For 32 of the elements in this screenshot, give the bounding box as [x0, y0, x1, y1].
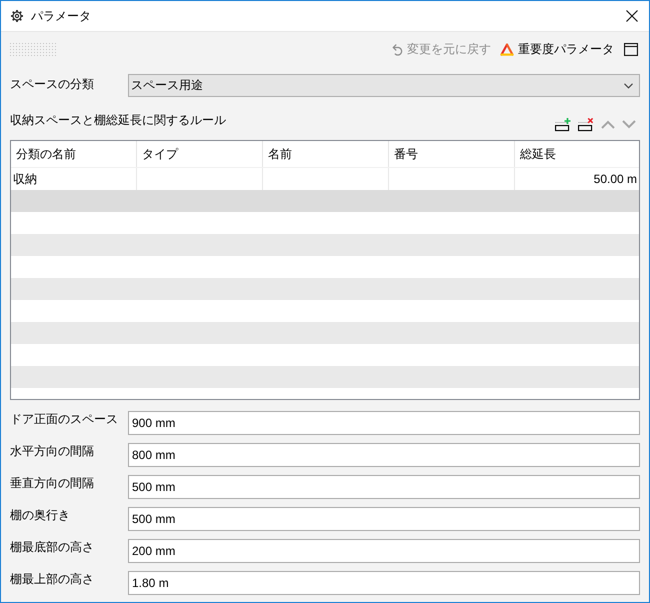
field-label: 棚最上部の高さ: [10, 572, 95, 586]
classification-dropdown[interactable]: スペース用途: [128, 74, 640, 97]
close-button[interactable]: [626, 10, 638, 22]
text-field[interactable]: 900 mm: [128, 411, 640, 435]
warning-icon: [500, 42, 514, 56]
column-header: 名前: [263, 141, 389, 167]
undo-icon: [391, 42, 404, 56]
section-title: 収納スペースと棚総延長に関するルール: [10, 113, 227, 127]
field-label: 棚の奥行き: [10, 508, 71, 522]
settings-icon: [10, 9, 24, 23]
field-label: 垂直方向の間隔: [10, 476, 95, 490]
add-row-icon[interactable]: [555, 118, 571, 132]
chevron-down-icon: [624, 82, 633, 88]
table-cell-text: 50.00 m: [592, 171, 638, 188]
close-icon: [626, 10, 638, 22]
field-label: 棚最底部の高さ: [10, 540, 95, 554]
text-field[interactable]: 200 mm: [128, 539, 640, 563]
text-field[interactable]: 500 mm: [128, 507, 640, 531]
window-title: パラメータ: [31, 8, 92, 24]
text-field[interactable]: 500 mm: [128, 475, 640, 499]
column-header: 分類の名前: [11, 141, 137, 167]
importance-button[interactable]: 重要度パラメータ: [500, 41, 614, 57]
text-field[interactable]: 1.80 m: [128, 571, 640, 595]
panel-icon[interactable]: [624, 42, 638, 56]
column-header: 番号: [389, 141, 515, 167]
field-label: 水平方向の間隔: [10, 444, 95, 458]
delete-row-icon[interactable]: [578, 118, 594, 132]
text-field[interactable]: 800 mm: [128, 443, 640, 467]
field-label: ドア正面のスペース: [10, 412, 119, 426]
column-header: 総延長: [519, 146, 557, 162]
field-label: スペースの分類: [10, 77, 95, 91]
column-header: タイプ: [137, 141, 263, 167]
